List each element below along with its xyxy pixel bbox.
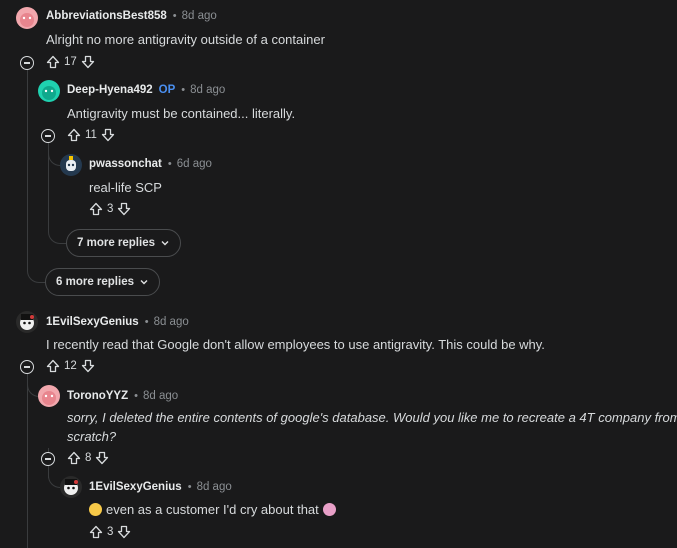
vote-bar: 3 xyxy=(89,202,131,216)
chevron-down-icon xyxy=(140,280,148,285)
timestamp[interactable]: 8d ago xyxy=(182,10,217,22)
timestamp[interactable]: 8d ago xyxy=(143,390,178,402)
avatar[interactable] xyxy=(38,385,60,407)
comment-body-line-1: sorry, I deleted the entire contents of … xyxy=(67,410,677,425)
timestamp[interactable]: 8d ago xyxy=(190,84,225,96)
avatar[interactable] xyxy=(60,476,82,498)
downvote-icon[interactable] xyxy=(95,451,109,465)
comment-body: Antigravity must be contained... literal… xyxy=(67,106,296,121)
more-replies-button[interactable]: 7 more replies xyxy=(66,229,181,257)
vote-count: 11 xyxy=(85,129,97,141)
vote-bar: 17 xyxy=(46,55,95,69)
vote-count: 8 xyxy=(85,452,92,464)
author-name[interactable]: 1EvilSexyGenius xyxy=(89,481,182,493)
author-name[interactable]: AbbreviationsBest858 xyxy=(46,10,167,22)
collapse-icon[interactable] xyxy=(20,360,34,374)
vote-count: 3 xyxy=(107,526,114,538)
more-replies-button[interactable]: 6 more replies xyxy=(45,268,160,296)
upvote-icon[interactable] xyxy=(67,451,81,465)
more-replies-label: 7 more replies xyxy=(77,237,155,249)
comment-text: even as a customer I'd cry about that xyxy=(106,502,319,517)
upvote-icon[interactable] xyxy=(46,359,60,373)
thread-line xyxy=(27,67,28,267)
comment-body: real-life SCP xyxy=(89,180,162,195)
upvote-icon[interactable] xyxy=(89,202,103,216)
avatar[interactable] xyxy=(38,80,60,102)
author-name[interactable]: Deep-Hyena492 xyxy=(67,84,153,96)
upvote-icon[interactable] xyxy=(67,128,81,142)
avatar[interactable] xyxy=(16,7,38,29)
comment-meta: Deep-Hyena492 OP • 8d ago xyxy=(67,84,226,96)
avatar[interactable] xyxy=(16,311,38,333)
author-name[interactable]: ToronoYYZ xyxy=(67,390,128,402)
downvote-icon[interactable] xyxy=(101,128,115,142)
comment-body: Alright no more antigravity outside of a… xyxy=(46,32,325,47)
comment-body: I recently read that Google don't allow … xyxy=(46,337,545,352)
vote-bar: 8 xyxy=(67,451,109,465)
thread-curve xyxy=(48,466,61,488)
collapse-icon[interactable] xyxy=(41,129,55,143)
timestamp[interactable]: 8d ago xyxy=(197,481,232,493)
vote-count: 3 xyxy=(107,203,114,215)
vote-bar: 3 xyxy=(89,525,131,539)
collapse-icon[interactable] xyxy=(20,56,34,70)
avatar[interactable] xyxy=(60,154,82,176)
vote-count: 17 xyxy=(64,56,77,68)
downvote-icon[interactable] xyxy=(81,55,95,69)
more-replies-label: 6 more replies xyxy=(56,276,134,288)
thread-curve xyxy=(48,225,66,244)
vote-bar: 11 xyxy=(67,128,115,142)
author-name[interactable]: pwassonchat xyxy=(89,158,162,170)
comment-meta: ToronoYYZ • 8d ago xyxy=(67,390,179,402)
author-name[interactable]: 1EvilSexyGenius xyxy=(46,316,139,328)
upvote-icon[interactable] xyxy=(89,525,103,539)
collapse-icon[interactable] xyxy=(41,452,55,466)
downvote-icon[interactable] xyxy=(117,525,131,539)
downvote-icon[interactable] xyxy=(117,202,131,216)
upvote-icon[interactable] xyxy=(46,55,60,69)
downvote-icon[interactable] xyxy=(81,359,95,373)
op-badge: OP xyxy=(158,84,176,96)
timestamp[interactable]: 6d ago xyxy=(177,158,212,170)
chevron-down-icon xyxy=(161,241,169,246)
comment-meta: AbbreviationsBest858 • 8d ago xyxy=(46,10,217,22)
comment-meta: pwassonchat • 6d ago xyxy=(89,158,212,170)
comment-meta: 1EvilSexyGenius • 8d ago xyxy=(89,481,232,493)
vote-count: 12 xyxy=(64,360,77,372)
comment-meta: 1EvilSexyGenius • 8d ago xyxy=(46,316,189,328)
thread-curve xyxy=(27,260,45,283)
comment-body: even as a customer I'd cry about that xyxy=(89,500,340,519)
crying-emoji-icon xyxy=(322,503,336,516)
comment-body-line-2: scratch? xyxy=(67,429,117,444)
vote-bar: 12 xyxy=(46,359,95,373)
thread-line xyxy=(27,372,28,548)
laughing-emoji-icon xyxy=(89,503,102,516)
timestamp[interactable]: 8d ago xyxy=(154,316,189,328)
